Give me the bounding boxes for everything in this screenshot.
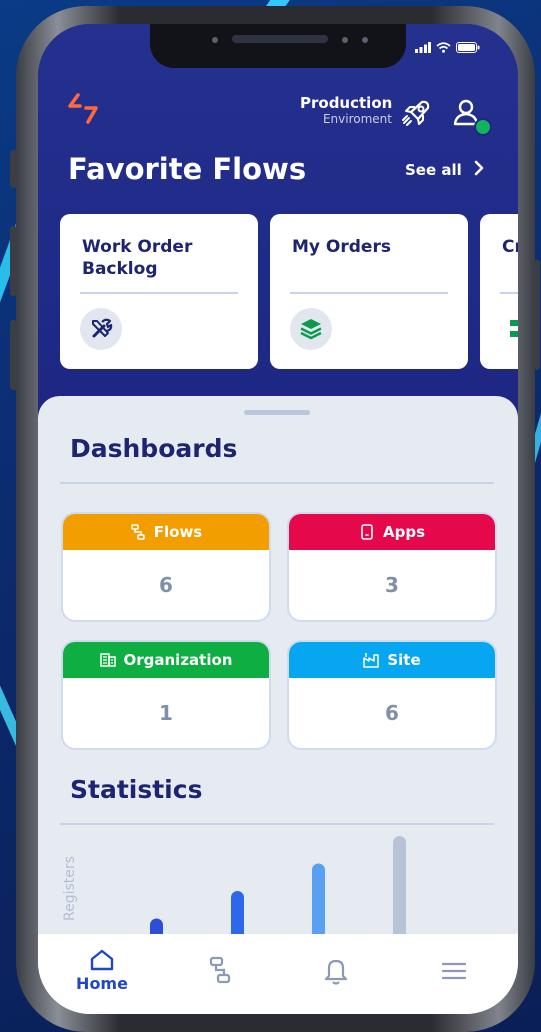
menu-icon — [441, 962, 467, 980]
wifi-icon — [436, 42, 451, 53]
tab-home[interactable]: Home — [42, 934, 162, 1014]
status-bar — [415, 42, 480, 53]
see-all-link[interactable]: See all — [405, 161, 462, 179]
tab-flows[interactable] — [160, 934, 280, 1014]
dashboard-card-label: Apps — [382, 523, 425, 541]
favorite-flows-title: Favorite Flows — [68, 152, 307, 186]
volume-down-button — [10, 320, 17, 390]
favorite-flow-card[interactable]: Cr — [480, 214, 518, 369]
divider — [60, 482, 494, 484]
dashboard-card-apps[interactable]: Apps 3 — [289, 514, 495, 620]
drag-handle[interactable] — [244, 410, 310, 415]
grid-icon — [500, 308, 518, 350]
favorite-flow-card[interactable]: Work Order Backlog — [60, 214, 258, 369]
notch — [150, 24, 406, 68]
environment-name: Production — [300, 94, 393, 112]
statistics-chart — [150, 836, 406, 946]
dashboard-card-value: 3 — [385, 573, 399, 597]
home-icon — [90, 949, 114, 971]
apps-icon — [361, 524, 373, 540]
dashboard-card-value: 1 — [159, 701, 173, 725]
signal-icon — [415, 42, 431, 53]
dashboard-card-label: Site — [387, 651, 421, 669]
power-button — [534, 260, 540, 370]
battery-icon — [456, 42, 480, 53]
dashboard-card-label: Flows — [153, 523, 203, 541]
favorite-flow-card[interactable]: My Orders — [270, 214, 468, 369]
tab-menu[interactable] — [394, 934, 514, 1014]
chart-bar — [393, 836, 406, 946]
environment-selector[interactable]: Production Enviroment — [300, 94, 392, 126]
dashboard-card-value: 6 — [385, 701, 399, 725]
divider — [290, 292, 448, 294]
bottom-tab-bar: Home — [38, 934, 518, 1014]
dashboard-card-flows[interactable]: Flows 6 — [63, 514, 269, 620]
volume-up-button — [10, 226, 17, 296]
online-status-dot — [474, 118, 492, 136]
header-area: Production Enviroment Favorite Flows See… — [38, 24, 518, 424]
dashboards-title: Dashboards — [70, 434, 238, 463]
dashboard-card-site[interactable]: Site 6 — [289, 642, 495, 748]
favorite-flow-title: Cr — [502, 237, 518, 257]
dashboard-card-header: Flows — [63, 514, 269, 550]
dashboard-card-header: Apps — [289, 514, 495, 550]
statistics-title: Statistics — [70, 775, 203, 804]
favorite-flow-title: Work Order Backlog — [82, 237, 193, 279]
dashboard-card-header: Site — [289, 642, 495, 678]
rocket-icon[interactable] — [400, 98, 432, 130]
environment-label: Enviroment — [322, 112, 392, 126]
site-icon — [363, 653, 380, 668]
layers-icon — [290, 308, 332, 350]
organization-icon — [99, 653, 116, 667]
tab-label: Home — [76, 974, 128, 993]
divider — [60, 823, 494, 825]
chevron-right-icon[interactable] — [472, 159, 486, 177]
favorite-flow-title: My Orders — [292, 237, 391, 257]
flows-icon — [209, 956, 231, 984]
tab-notifications[interactable] — [276, 934, 396, 1014]
dashboard-card-organization[interactable]: Organization 1 — [63, 642, 269, 748]
divider — [80, 292, 238, 294]
tools-icon — [80, 308, 122, 350]
silent-switch — [10, 150, 17, 188]
bottom-sheet: Dashboards Flows 6 Apps 3 Organization 1 — [38, 396, 518, 1014]
dashboard-card-header: Organization — [63, 642, 269, 678]
dashboard-card-label: Organization — [123, 651, 233, 669]
app-logo-icon[interactable] — [66, 92, 100, 126]
bell-icon — [324, 959, 348, 985]
flows-icon — [130, 524, 145, 540]
divider — [500, 292, 518, 294]
dashboard-card-value: 6 — [159, 573, 173, 597]
app-screen: Production Enviroment Favorite Flows See… — [38, 24, 518, 1014]
